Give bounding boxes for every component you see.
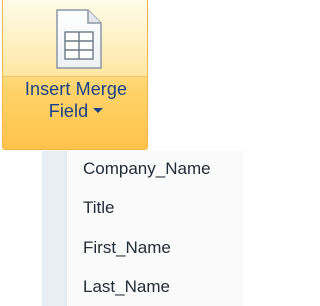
menu-item-title[interactable]: Title bbox=[67, 190, 243, 226]
insert-merge-field-label-line2[interactable]: Field bbox=[3, 101, 149, 122]
menu-item-company-name[interactable]: Company_Name bbox=[67, 151, 243, 187]
insert-merge-field-icon-area[interactable] bbox=[3, 0, 147, 77]
menu-item-last-name[interactable]: Last_Name bbox=[67, 269, 243, 305]
chevron-down-icon[interactable] bbox=[93, 108, 104, 114]
merge-field-dropdown-menu: Title First_Name Last_Name Company_Name bbox=[42, 151, 243, 306]
insert-merge-field-label-field: Field bbox=[48, 101, 89, 121]
menu-item-first-name[interactable]: First_Name bbox=[67, 230, 243, 266]
word-mailings-ribbon-fragment: Insert Merge Field Title First_Name Last… bbox=[0, 0, 243, 306]
menu-icon-gutter bbox=[42, 151, 67, 306]
insert-merge-field-button[interactable]: Insert Merge Field bbox=[2, 0, 148, 150]
merge-field-document-icon bbox=[56, 9, 102, 69]
insert-merge-field-label-line1: Insert Merge bbox=[24, 79, 128, 99]
